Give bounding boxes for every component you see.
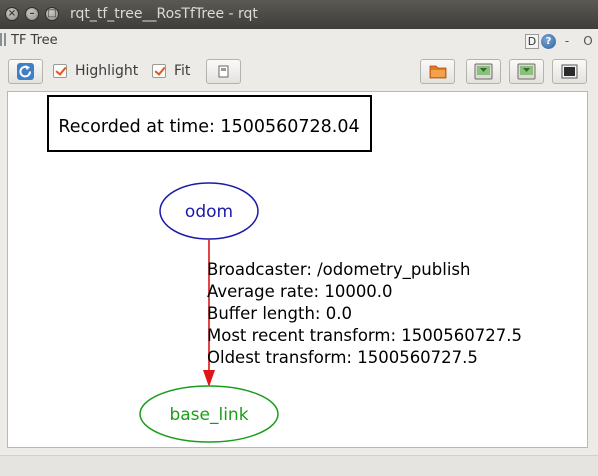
fit-in-view-icon: [218, 65, 229, 78]
help-icon[interactable]: ?: [541, 34, 556, 49]
save-svg-button[interactable]: [509, 59, 544, 84]
panel-d-button[interactable]: D: [525, 34, 539, 49]
tf-graph-canvas[interactable]: Recorded at time: 1500560728.04 odom Bro…: [7, 91, 588, 448]
tf-edge-arrowhead: [203, 370, 215, 387]
fit-label: Fit: [174, 63, 191, 79]
refresh-button[interactable]: [8, 59, 43, 84]
tf-edge-info: Broadcaster: /odometry_publish Average r…: [207, 260, 522, 367]
panel-close-button[interactable]: O: [582, 34, 594, 49]
fit-view-button[interactable]: [206, 59, 241, 84]
tf-graph: Recorded at time: 1500560728.04 odom Bro…: [47, 95, 522, 443]
tf-node-odom-label: odom: [185, 202, 233, 222]
toolbar: Highlight Fit: [0, 53, 598, 91]
fit-checkbox[interactable]: [152, 64, 166, 78]
save-dot-button[interactable]: [466, 59, 501, 84]
save-svg-icon: [517, 63, 536, 80]
window-titlebar: × – □ rqt_tf_tree__RosTfTree - rqt: [0, 0, 598, 29]
plugin-panel-header: TF Tree D ? - O: [0, 29, 598, 53]
highlight-checkbox[interactable]: [53, 64, 67, 78]
window-title: rqt_tf_tree__RosTfTree - rqt: [70, 6, 258, 22]
open-folder-icon: [429, 65, 447, 79]
refresh-icon: [17, 63, 34, 80]
save-image-button[interactable]: [552, 59, 587, 84]
load-dot-button[interactable]: [420, 59, 455, 84]
status-bar: [0, 455, 598, 476]
recorded-time-label: Recorded at time: 1500560728.04: [58, 117, 359, 137]
edge-average-rate: Average rate: 10000.0: [207, 282, 393, 301]
window-close-button[interactable]: ×: [5, 7, 19, 21]
tf-node-base-link-label: base_link: [169, 405, 248, 425]
save-image-icon: [561, 64, 578, 79]
highlight-label: Highlight: [75, 63, 139, 79]
panel-title-text: TF Tree: [11, 33, 58, 48]
edge-most-recent-transform: Most recent transform: 1500560727.5: [207, 326, 522, 345]
edge-buffer-length: Buffer length: 0.0: [207, 304, 352, 323]
panel-grip-icon[interactable]: [0, 33, 9, 46]
edge-broadcaster: Broadcaster: /odometry_publish: [207, 260, 470, 280]
window-minimize-button[interactable]: –: [25, 7, 39, 21]
maximize-icon: □: [47, 8, 57, 19]
panel-title: TF Tree: [0, 33, 58, 48]
panel-minimize-button[interactable]: -: [562, 34, 572, 49]
save-dot-icon: [474, 63, 493, 80]
window-maximize-button[interactable]: □: [45, 7, 59, 21]
close-icon: ×: [7, 8, 17, 19]
minimize-icon: –: [29, 8, 35, 19]
edge-oldest-transform: Oldest transform: 1500560727.5: [207, 348, 478, 367]
